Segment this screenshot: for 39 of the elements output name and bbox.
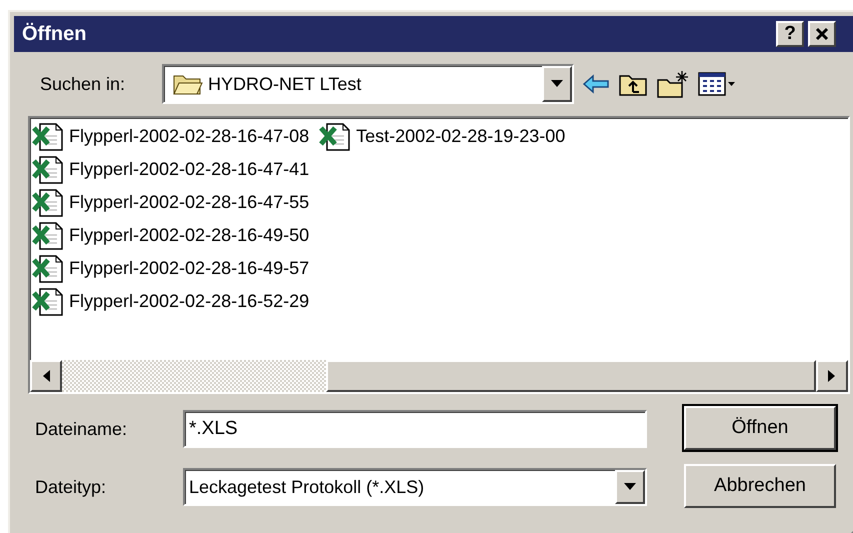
- close-button[interactable]: [808, 21, 836, 47]
- file-item[interactable]: Test-2002-02-28-19-23-00: [319, 120, 566, 153]
- scroll-left-button[interactable]: [30, 360, 62, 392]
- look-in-label: Suchen in:: [40, 72, 126, 96]
- right-arrow-icon: [828, 370, 836, 382]
- file-type-dropdown[interactable]: Leckagetest Protokoll (*.XLS): [183, 468, 647, 506]
- back-arrow-icon[interactable]: [582, 74, 610, 94]
- file-name-field[interactable]: *.XLS: [183, 410, 647, 448]
- file-item[interactable]: Flypperl-2002-02-28-16-47-41: [32, 153, 310, 186]
- spreadsheet-file-icon: [32, 286, 66, 316]
- spreadsheet-file-icon: [32, 122, 66, 152]
- left-arrow-icon: [42, 370, 50, 382]
- dropdown-button[interactable]: [615, 470, 645, 504]
- cancel-button[interactable]: Abbrechen: [684, 464, 836, 508]
- file-item[interactable]: Flypperl-2002-02-28-16-47-08: [32, 120, 310, 153]
- scroll-right-button[interactable]: [816, 360, 848, 392]
- caret-icon: [624, 483, 636, 491]
- window-title: Öffnen: [22, 22, 86, 47]
- caret-icon: [551, 80, 563, 88]
- file-item[interactable]: Flypperl-2002-02-28-16-49-50: [32, 219, 310, 252]
- scrollbar-thumb[interactable]: [326, 360, 816, 392]
- look-in-dropdown[interactable]: HYDRO-NET LTest: [162, 64, 574, 104]
- help-button[interactable]: ?: [776, 21, 804, 47]
- file-item[interactable]: Flypperl-2002-02-28-16-47-55: [32, 186, 310, 219]
- dropdown-button[interactable]: [542, 66, 572, 102]
- open-button[interactable]: Öffnen: [684, 406, 836, 450]
- spreadsheet-file-icon: [32, 254, 66, 284]
- horizontal-scrollbar[interactable]: [30, 360, 848, 392]
- spreadsheet-file-icon: [32, 220, 66, 250]
- close-icon: [815, 27, 829, 41]
- file-item[interactable]: Flypperl-2002-02-28-16-52-29: [32, 285, 310, 318]
- view-menu-icon[interactable]: [698, 71, 736, 97]
- new-folder-icon[interactable]: [656, 69, 690, 99]
- spreadsheet-file-icon: [32, 188, 66, 218]
- file-name-label: Dateiname:: [35, 418, 128, 440]
- file-type-label: Dateityp:: [35, 476, 108, 499]
- spreadsheet-file-icon: [32, 154, 66, 184]
- file-item[interactable]: Flypperl-2002-02-28-16-49-57: [32, 252, 310, 285]
- look-in-value: HYDRO-NET LTest: [208, 72, 362, 96]
